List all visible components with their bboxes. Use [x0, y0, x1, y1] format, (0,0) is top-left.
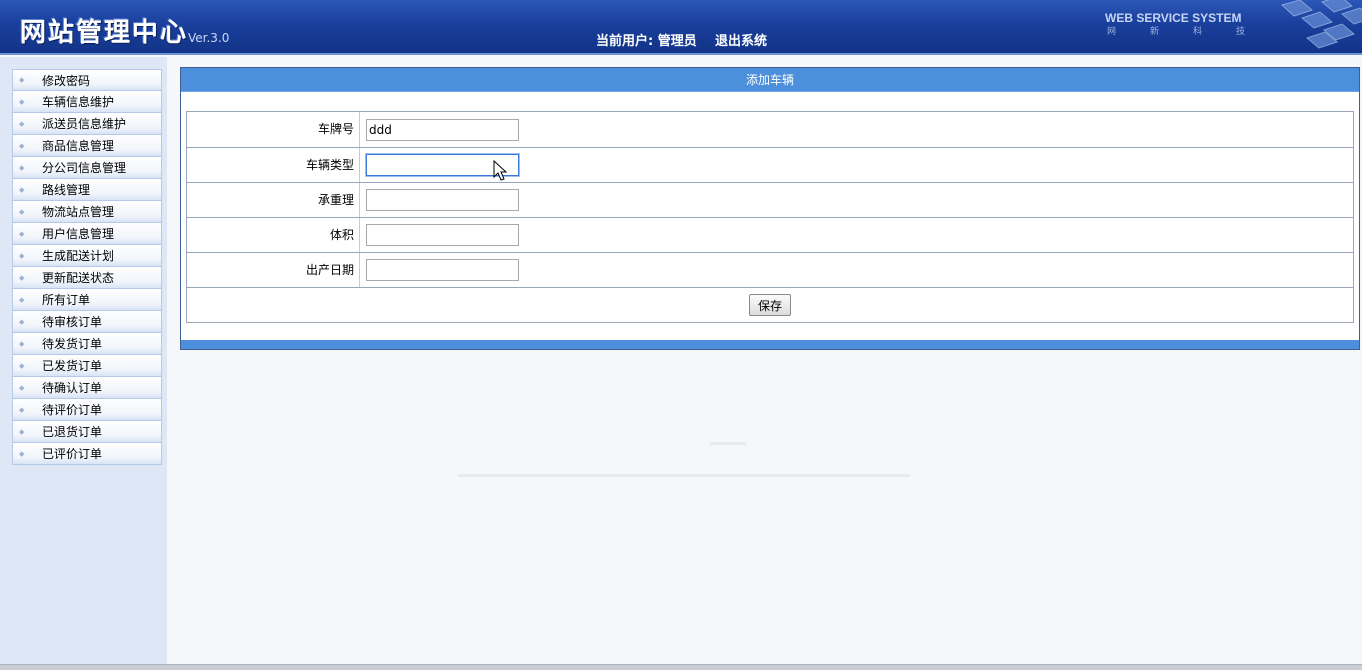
- production-date-input[interactable]: [366, 259, 519, 281]
- sidebar-item-label: 已评价订单: [42, 447, 103, 461]
- sidebar-item-rated[interactable]: ◆ 已评价订单: [12, 443, 162, 465]
- bullet-icon: ◆: [19, 229, 25, 238]
- sidebar: ◆ 修改密码 ◆ 车辆信息维护 ◆ 派送员信息维护 ◆ 商品信息管理 ◆ 分公司信息管理 …: [0, 57, 167, 670]
- sidebar-item-label: 车辆信息维护: [42, 95, 115, 109]
- bullet-icon: ◆: [19, 405, 25, 414]
- sidebar-item-change-password[interactable]: ◆ 修改密码: [12, 69, 162, 91]
- mouse-cursor-icon: [493, 160, 508, 181]
- sidebar-item-returned[interactable]: ◆ 已退货订单: [12, 421, 162, 443]
- save-button[interactable]: 保存: [749, 294, 791, 316]
- sidebar-item-label: 待确认订单: [42, 381, 103, 395]
- sidebar-item-label: 更新配送状态: [42, 271, 115, 285]
- bullet-icon: ◆: [19, 449, 25, 458]
- add-vehicle-panel: 添加车辆 车牌号 车辆类型 承重理 体积 出产日期 保存: [180, 67, 1360, 350]
- bullet-icon: ◆: [19, 141, 25, 150]
- panel-title: 添加车辆: [181, 68, 1359, 92]
- panel-footer-bar: [181, 340, 1359, 349]
- sidebar-item-update-status[interactable]: ◆ 更新配送状态: [12, 267, 162, 289]
- sidebar-item-courier-info[interactable]: ◆ 派送员信息维护: [12, 113, 162, 135]
- form-row-date: 出产日期: [187, 252, 1353, 287]
- volume-label: 体积: [187, 218, 360, 252]
- sidebar-item-label: 派送员信息维护: [42, 117, 127, 131]
- sidebar-item-label: 用户信息管理: [42, 227, 115, 241]
- sidebar-item-label: 待发货订单: [42, 337, 103, 351]
- bullet-icon: ◆: [19, 317, 25, 326]
- sidebar-item-label: 生成配送计划: [42, 249, 115, 263]
- sidebar-item-generate-plan[interactable]: ◆ 生成配送计划: [12, 245, 162, 267]
- keyboard-decoration-icon: [1280, 0, 1362, 49]
- header-bar: 网站管理中心 Ver.3.0 当前用户: 管理员 退出系统 WEB SERVIC…: [0, 0, 1362, 55]
- production-date-label: 出产日期: [187, 253, 360, 287]
- bullet-icon: ◆: [19, 185, 25, 194]
- sidebar-item-label: 所有订单: [42, 293, 91, 307]
- form-row-volume: 体积: [187, 217, 1353, 252]
- sidebar-item-label: 已发货订单: [42, 359, 103, 373]
- brand-logo-text: WEB SERVICE SYSTEM: [1105, 11, 1242, 25]
- vehicle-type-label: 车辆类型: [187, 148, 360, 182]
- app-title: 网站管理中心: [20, 18, 189, 48]
- sidebar-item-pending-rating[interactable]: ◆ 待评价订单: [12, 399, 162, 421]
- bullet-icon: ◆: [19, 163, 25, 172]
- load-capacity-label: 承重理: [187, 183, 360, 217]
- bullet-icon: ◆: [19, 119, 25, 128]
- sidebar-item-label: 待审核订单: [42, 315, 103, 329]
- sidebar-item-all-orders[interactable]: ◆ 所有订单: [12, 289, 162, 311]
- sidebar-item-stations[interactable]: ◆ 物流站点管理: [12, 201, 162, 223]
- sidebar-item-pending-shipment[interactable]: ◆ 待发货订单: [12, 333, 162, 355]
- sidebar-item-label: 路线管理: [42, 183, 91, 197]
- vehicle-form: 车牌号 车辆类型 承重理 体积 出产日期 保存: [186, 111, 1354, 323]
- form-row-plate: 车牌号: [187, 112, 1353, 147]
- current-user-label: 当前用户: 管理员: [596, 34, 697, 49]
- faint-divider: [710, 442, 746, 445]
- form-row-actions: 保存: [187, 287, 1353, 322]
- sidebar-item-label: 修改密码: [42, 73, 91, 88]
- plate-input[interactable]: [366, 118, 519, 141]
- sidebar-menu: ◆ 修改密码 ◆ 车辆信息维护 ◆ 派送员信息维护 ◆ 商品信息管理 ◆ 分公司信息管理 …: [12, 69, 162, 465]
- volume-input[interactable]: [366, 224, 519, 246]
- version-label: Ver.3.0: [188, 31, 230, 45]
- sidebar-item-label: 待评价订单: [42, 403, 103, 417]
- bullet-icon: ◆: [19, 97, 25, 106]
- sidebar-item-label: 分公司信息管理: [42, 161, 127, 175]
- logout-link[interactable]: 退出系统: [715, 30, 767, 49]
- taskbar: [0, 664, 1362, 670]
- bullet-icon: ◆: [19, 207, 25, 216]
- bullet-icon: ◆: [19, 76, 25, 84]
- faint-divider: [458, 474, 910, 477]
- bullet-icon: ◆: [19, 339, 25, 348]
- load-capacity-input[interactable]: [366, 189, 519, 211]
- sidebar-item-pending-review[interactable]: ◆ 待审核订单: [12, 311, 162, 333]
- sidebar-item-branch-info[interactable]: ◆ 分公司信息管理: [12, 157, 162, 179]
- bullet-icon: ◆: [19, 251, 25, 260]
- sidebar-item-label: 物流站点管理: [42, 205, 115, 219]
- form-row-type: 车辆类型: [187, 147, 1353, 182]
- form-row-load: 承重理: [187, 182, 1353, 217]
- sidebar-item-routes[interactable]: ◆ 路线管理: [12, 179, 162, 201]
- sidebar-item-label: 商品信息管理: [42, 139, 115, 153]
- sidebar-item-users[interactable]: ◆ 用户信息管理: [12, 223, 162, 245]
- bullet-icon: ◆: [19, 361, 25, 370]
- brand-logo-subtext: 网 新 科 技: [1107, 27, 1245, 37]
- sidebar-item-product-info[interactable]: ◆ 商品信息管理: [12, 135, 162, 157]
- bullet-icon: ◆: [19, 295, 25, 304]
- plate-label: 车牌号: [187, 112, 360, 147]
- sidebar-item-shipped[interactable]: ◆ 已发货订单: [12, 355, 162, 377]
- bullet-icon: ◆: [19, 383, 25, 392]
- bullet-icon: ◆: [19, 273, 25, 282]
- sidebar-item-label: 已退货订单: [42, 425, 103, 439]
- bullet-icon: ◆: [19, 427, 25, 436]
- sidebar-item-pending-confirm[interactable]: ◆ 待确认订单: [12, 377, 162, 399]
- sidebar-item-vehicle-info[interactable]: ◆ 车辆信息维护: [12, 91, 162, 113]
